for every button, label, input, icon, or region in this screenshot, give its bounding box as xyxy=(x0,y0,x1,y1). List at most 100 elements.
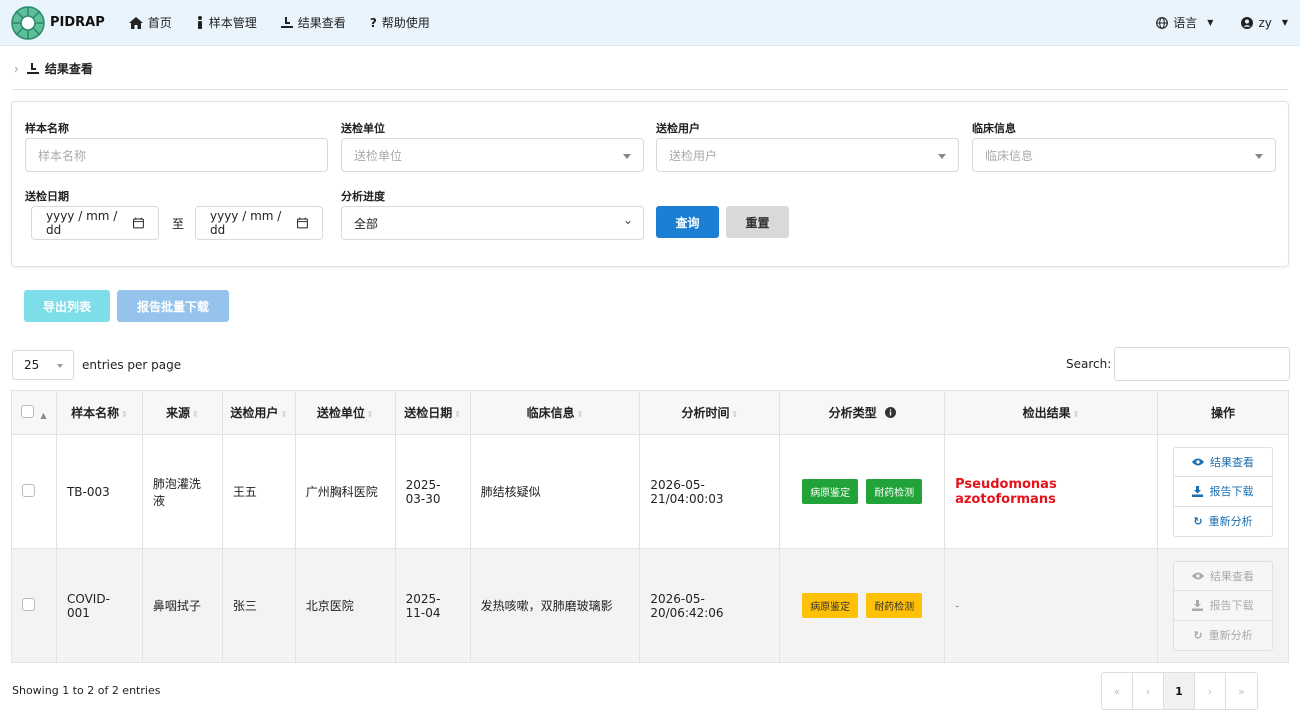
reanalyze-button[interactable]: ↻ 重新分析 xyxy=(1172,620,1273,651)
user-dropdown[interactable]: zy ▼ xyxy=(1241,16,1288,30)
row-checkbox[interactable] xyxy=(22,483,35,497)
download-icon xyxy=(1192,599,1204,611)
batch-download-button[interactable]: 报告批量下载 xyxy=(117,290,229,322)
sample-name-label: 样本名称 xyxy=(25,122,69,135)
date-from-input[interactable]: yyyy / mm / dd xyxy=(31,206,159,240)
sort-icon: ⇕ xyxy=(366,410,374,419)
col-analysis-time[interactable]: 分析时间 ⇕ xyxy=(639,390,781,435)
user-label: 送检用户 xyxy=(656,122,700,135)
view-result-button[interactable]: 结果查看 xyxy=(1172,446,1273,477)
cell-date: 2025-11-04 xyxy=(394,548,471,663)
cell-analysis-type: 病原鉴定 耐药检测 xyxy=(779,548,946,663)
caret-down-icon: ▼ xyxy=(1207,18,1214,27)
search-input[interactable] xyxy=(1114,347,1290,381)
unit-label: 送检单位 xyxy=(341,122,385,135)
language-label: 语言 xyxy=(1173,16,1198,30)
first-page-button[interactable]: « xyxy=(1102,673,1133,709)
select-all-checkbox[interactable] xyxy=(21,404,35,418)
sort-icon: ⇕ xyxy=(280,410,288,419)
language-dropdown[interactable]: 语言 ▼ xyxy=(1156,14,1213,31)
home-icon xyxy=(128,16,143,29)
eye-icon xyxy=(1191,572,1204,579)
progress-select[interactable]: 全部 xyxy=(341,206,644,240)
download-report-button[interactable]: 报告下载 xyxy=(1172,476,1273,507)
col-result[interactable]: 检出结果 ⇕ xyxy=(944,390,1158,435)
nav-help[interactable]: ? 帮助使用 xyxy=(370,14,430,31)
cell-clinical: 发热咳嗽，双肺磨玻璃影 xyxy=(469,548,641,663)
divider xyxy=(12,89,1288,90)
sort-icon: ⇕ xyxy=(1072,410,1080,419)
user-select[interactable]: 送检用户 xyxy=(656,138,959,172)
sort-icon: ⇕ xyxy=(121,410,128,419)
cell-unit: 广州胸科医院 xyxy=(294,434,396,549)
filter-panel: 样本名称 样本名称 送检单位 送检单位 送检用户 送检用户 临床信息 临床信息 … xyxy=(11,101,1289,267)
row-checkbox-cell[interactable] xyxy=(11,434,57,549)
row-checkbox[interactable] xyxy=(22,597,35,611)
clinical-select[interactable]: 临床信息 xyxy=(972,138,1276,172)
search-label: Search: xyxy=(1066,357,1112,371)
user-icon xyxy=(1241,16,1254,29)
col-source[interactable]: 来源 ⇕ xyxy=(141,390,223,435)
cell-result: - xyxy=(944,548,1158,663)
view-result-button[interactable]: 结果查看 xyxy=(1172,560,1273,591)
col-unit[interactable]: 送检单位 ⇕ xyxy=(294,390,396,435)
cell-unit: 北京医院 xyxy=(294,548,396,663)
entries-label: entries per page xyxy=(82,358,182,372)
col-analysis-type: 分析类型 xyxy=(779,390,946,435)
tag-pathogen-id: 病原鉴定 xyxy=(802,479,859,504)
col-date[interactable]: 送检日期 ⇕ xyxy=(394,390,471,435)
cell-sample-name: TB-003 xyxy=(55,434,143,549)
col-clinical[interactable]: 临床信息 ⇕ xyxy=(469,390,641,435)
unit-select[interactable]: 送检单位 xyxy=(341,138,644,172)
cell-analysis-type: 病原鉴定 耐药检测 xyxy=(779,434,946,549)
nav-home[interactable]: 首页 xyxy=(128,14,172,31)
nav-sample-management[interactable]: 样本管理 xyxy=(196,14,257,31)
query-button[interactable]: 查询 xyxy=(656,206,719,238)
col-user[interactable]: 送检用户 ⇕ xyxy=(221,390,296,435)
export-list-button[interactable]: 导出列表 xyxy=(24,290,110,322)
user-name: zy xyxy=(1258,15,1272,30)
brand-name[interactable]: PIDRAP xyxy=(50,15,105,30)
caret-down-icon: ▼ xyxy=(1281,18,1288,27)
calendar-icon xyxy=(297,217,308,229)
sort-icon: ⇕ xyxy=(192,410,199,419)
page-size-select[interactable]: 25 xyxy=(12,350,74,380)
sort-icon: ⇕ xyxy=(731,410,739,419)
nav-result-view[interactable]: 结果查看 xyxy=(280,14,346,31)
page-1-button[interactable]: 1 xyxy=(1164,673,1195,709)
tag-resistance: 耐药检测 xyxy=(866,593,923,618)
next-page-button[interactable]: › xyxy=(1195,673,1226,709)
tag-resistance: 耐药检测 xyxy=(866,479,923,504)
clinical-label: 临床信息 xyxy=(972,122,1016,135)
select-all-header[interactable]: ▲ xyxy=(11,390,57,435)
nav-result-label: 结果查看 xyxy=(297,16,346,30)
cell-clinical: 肺结核疑似 xyxy=(469,434,641,549)
nav-sample-label: 样本管理 xyxy=(208,16,257,30)
breadcrumb: › 结果查看 xyxy=(14,60,93,77)
download-report-button[interactable]: 报告下载 xyxy=(1172,590,1273,621)
nav-help-label: 帮助使用 xyxy=(381,16,430,30)
cell-date: 2025-03-30 xyxy=(394,434,471,549)
pagination: « ‹ 1 › » xyxy=(1101,672,1258,710)
col-sample-name[interactable]: 样本名称 ⇕ xyxy=(55,390,143,435)
entries-control: 25 entries per page xyxy=(12,350,181,380)
date-to-input[interactable]: yyyy / mm / dd xyxy=(195,206,323,240)
reset-button[interactable]: 重置 xyxy=(726,206,789,238)
sample-name-input[interactable]: 样本名称 xyxy=(25,138,328,172)
cell-source: 肺泡灌洗液 xyxy=(141,434,223,549)
reanalyze-button[interactable]: ↻ 重新分析 xyxy=(1172,506,1273,537)
result-icon xyxy=(280,16,293,28)
question-icon: ? xyxy=(369,15,377,30)
results-table: ▲ 样本名称 ⇕ 来源 ⇕ 送检用户 ⇕ 送检单位 ⇕ 送检日期 ⇕ 临床信息 ⇕ 分析时间… xyxy=(11,390,1290,663)
table-header: ▲ 样本名称 ⇕ 来源 ⇕ 送检用户 ⇕ 送检单位 ⇕ 送检日期 ⇕ 临床信息 ⇕ 分析时间… xyxy=(11,390,1290,435)
progress-label: 分析进度 xyxy=(341,190,385,203)
top-navbar: PIDRAP 首页 样本管理 结果查看 ? 帮助使用 语言 ▼ zy ▼ xyxy=(0,0,1300,46)
info-icon[interactable] xyxy=(884,407,896,418)
prev-page-button[interactable]: ‹ xyxy=(1133,673,1164,709)
eye-icon xyxy=(1191,458,1204,465)
cell-result: Pseudomonas azotoformans xyxy=(944,434,1158,549)
row-checkbox-cell[interactable] xyxy=(11,548,57,663)
col-actions: 操作 xyxy=(1156,390,1290,435)
action-group: 结果查看 报告下载 ↻ 重新分析 xyxy=(1168,560,1278,651)
last-page-button[interactable]: » xyxy=(1226,673,1257,709)
